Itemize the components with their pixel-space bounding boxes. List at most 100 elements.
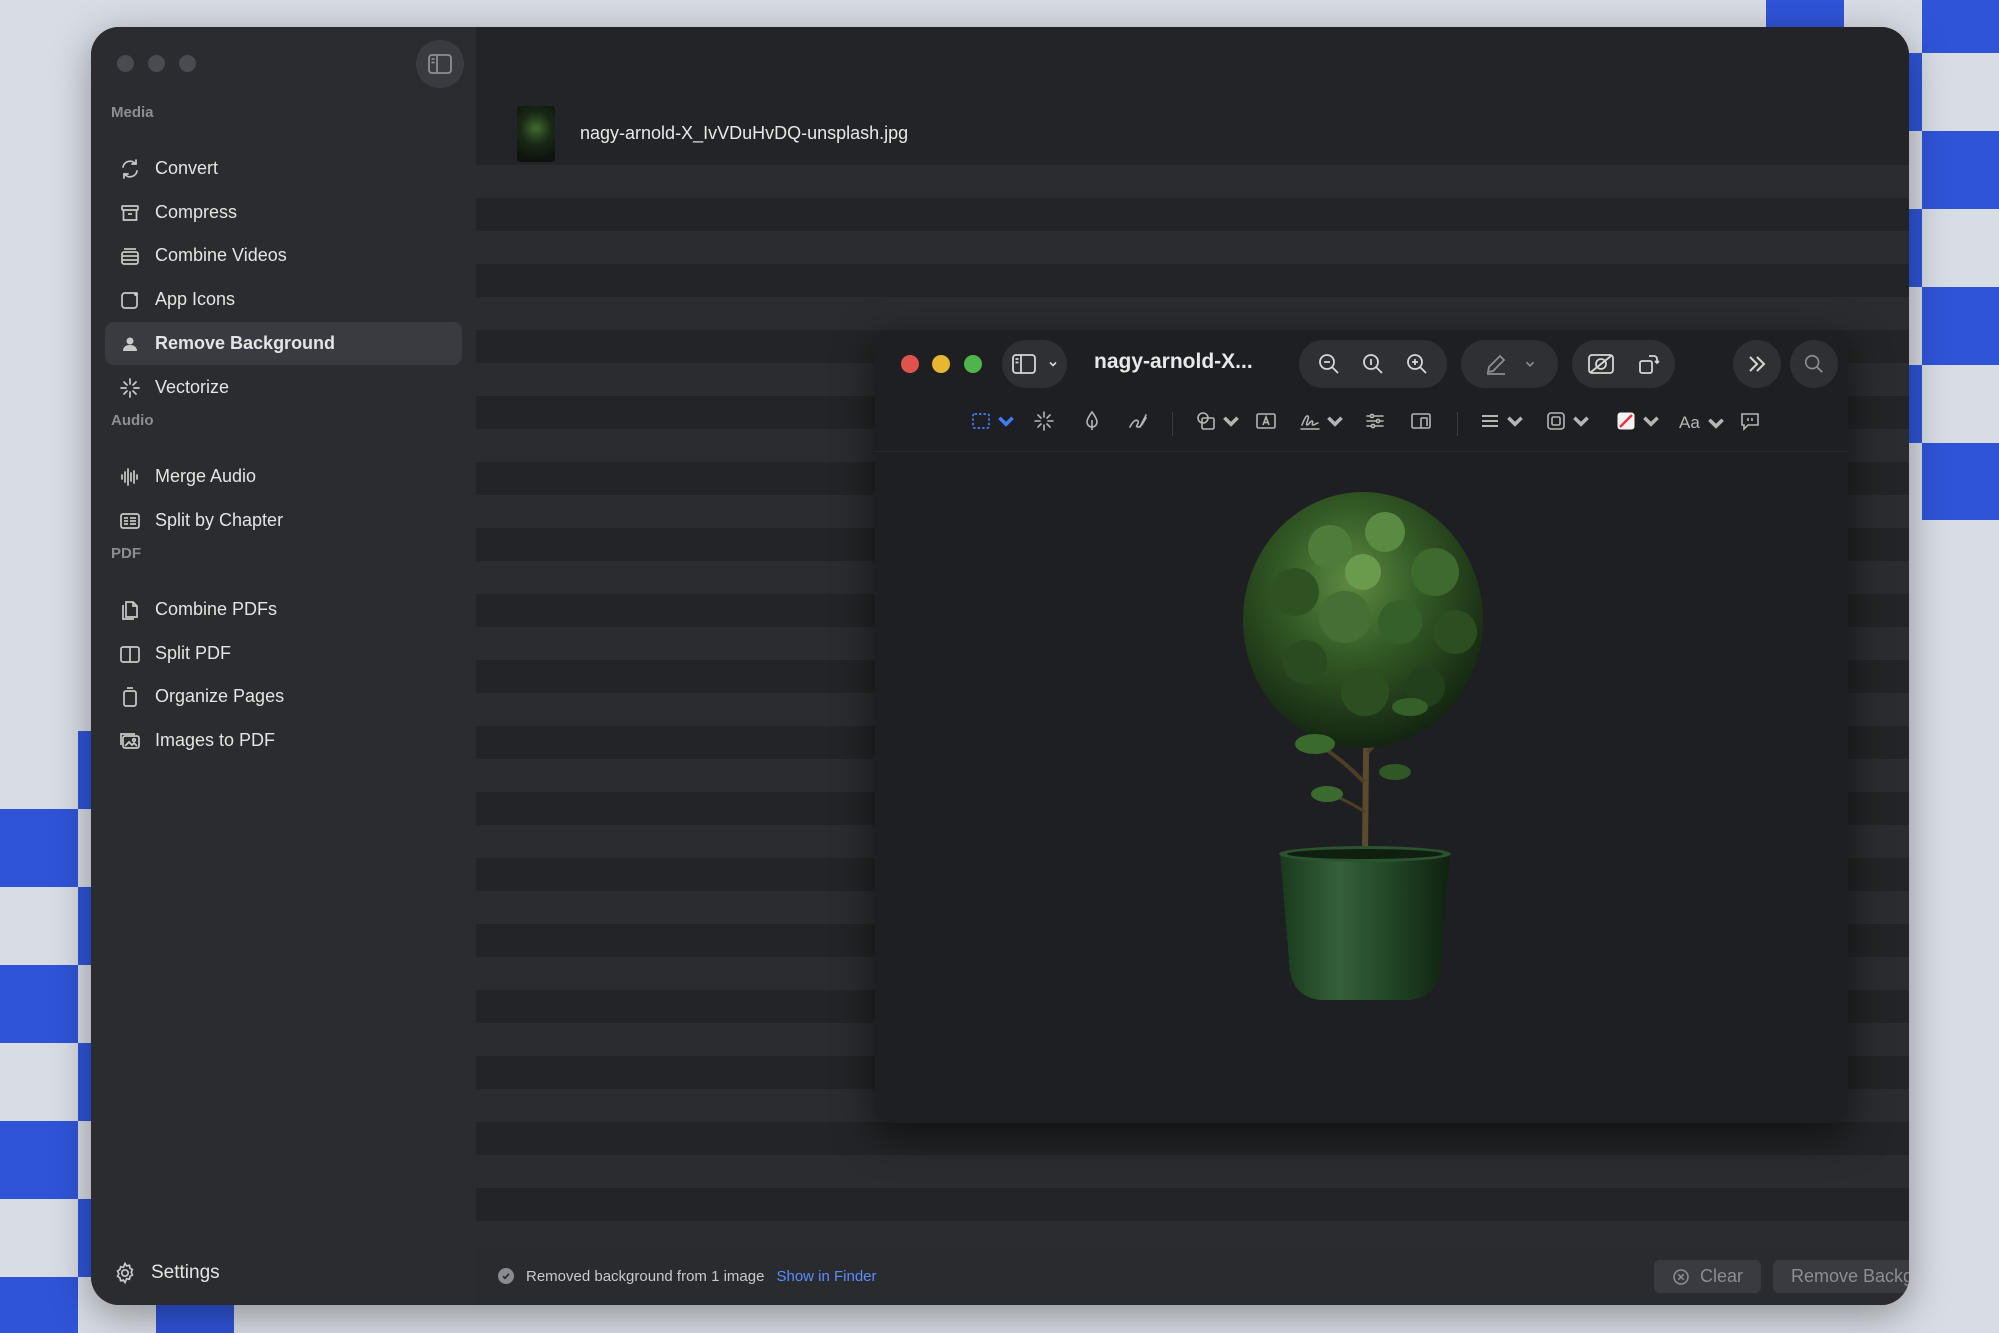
preview-sidebar-button[interactable]: [1002, 340, 1067, 388]
sidebar-item-label: Split by Chapter: [155, 510, 284, 530]
preview-zoom-button[interactable]: [964, 355, 982, 373]
sidebar-icon: [428, 54, 452, 74]
minimize-button[interactable]: [148, 55, 165, 72]
chevron-down-icon: [998, 416, 1014, 427]
rectangle-selection-icon: [972, 413, 990, 429]
status-message: Removed background from 1 image: [526, 1267, 765, 1285]
chevron-down-icon: [1643, 416, 1659, 427]
sidebar-item-merge-audio[interactable]: Merge Audio: [105, 455, 462, 498]
section-label-media: Media: [111, 104, 154, 121]
checkmark-icon: [498, 1268, 514, 1284]
image-canvas: [875, 452, 1848, 1123]
magic-wand-icon: [1034, 411, 1054, 431]
chevron-down-icon[interactable]: [1524, 358, 1536, 370]
window-controls: [117, 55, 196, 72]
sidebar-item-label: Split PDF: [155, 643, 232, 663]
preview-close-button[interactable]: [901, 355, 919, 373]
adjust-size-tool[interactable]: [1410, 410, 1432, 432]
more-button[interactable]: [1733, 340, 1781, 388]
clear-button[interactable]: Clear: [1654, 1260, 1761, 1293]
zoom-button[interactable]: [179, 55, 196, 72]
sidebar-item-convert[interactable]: Convert: [105, 147, 462, 190]
gear-icon: [116, 1261, 134, 1285]
compress-icon: [121, 204, 139, 221]
sidebar-item-vectorize[interactable]: Vectorize: [105, 366, 462, 409]
zoom-controls: [1299, 340, 1447, 388]
resize-icon: [1411, 413, 1431, 429]
settings-label: Settings: [151, 1262, 220, 1283]
preview-window: nagy-arnold-X... Aa: [875, 330, 1848, 1123]
chapter-list-icon: [120, 512, 140, 529]
actual-size-icon[interactable]: [1361, 352, 1385, 376]
image-tools: [1572, 340, 1675, 388]
text-tool[interactable]: [1255, 410, 1277, 432]
chevron-down-icon: [1048, 361, 1057, 367]
selection-tool[interactable]: [970, 410, 1017, 432]
sidebar-item-label: Images to PDF: [155, 730, 276, 750]
sidebar-item-label: App Icons: [155, 289, 236, 309]
border-color-icon: [1547, 412, 1565, 430]
sidebar-item-organize-pages[interactable]: Organize Pages: [105, 675, 462, 718]
sidebar-item-label: Vectorize: [155, 377, 230, 397]
text-box-icon: [1256, 413, 1276, 429]
shapes-tool[interactable]: [1195, 410, 1242, 432]
waveform-icon: [121, 467, 138, 486]
remove-background-button[interactable]: Remove Background: [1773, 1260, 1909, 1293]
sign-tool[interactable]: [1299, 410, 1346, 432]
file-name: nagy-arnold-X_IvVDuHvDQ-unsplash.jpg: [580, 123, 909, 143]
potted-plant-image: [1243, 492, 1483, 1000]
zoom-out-icon[interactable]: [1317, 352, 1341, 376]
zoom-in-icon[interactable]: [1405, 352, 1429, 376]
person-icon: [123, 337, 137, 351]
settings-button[interactable]: Settings: [113, 1261, 220, 1285]
sketch-tool[interactable]: [1127, 410, 1149, 432]
sidebar-item-split-pdf[interactable]: Split PDF: [105, 632, 462, 675]
preview-minimize-button[interactable]: [932, 355, 950, 373]
rotate-icon[interactable]: [1637, 352, 1661, 376]
organize-pages-icon: [123, 686, 137, 707]
sidebar-item-label: Convert: [155, 158, 219, 178]
status-bar: Removed background from 1 image Show in …: [476, 1247, 1909, 1305]
signature-icon: [1300, 415, 1320, 430]
show-in-finder-link[interactable]: Show in Finder: [776, 1268, 876, 1285]
preview-toolbar: nagy-arnold-X...: [875, 330, 1848, 396]
shape-style-tool[interactable]: [1479, 410, 1526, 432]
chevron-down-icon: [1223, 416, 1239, 427]
description-tool[interactable]: [1739, 410, 1761, 432]
draw-tool[interactable]: [1081, 410, 1103, 432]
sidebar-item-split-by-chapter[interactable]: Split by Chapter: [105, 499, 462, 542]
sidebar-item-compress[interactable]: Compress: [105, 191, 462, 234]
sidebar-item-combine-pdfs[interactable]: Combine PDFs: [105, 588, 462, 631]
sidebar-item-combine-videos[interactable]: Combine Videos: [105, 234, 462, 277]
close-button[interactable]: [117, 55, 134, 72]
pencil-icon[interactable]: [1484, 352, 1508, 376]
sidebar: Media Convert Compress Combine Videos Ap…: [91, 27, 476, 1305]
instant-alpha-tool[interactable]: [1033, 410, 1055, 432]
combine-pdfs-icon: [122, 600, 138, 620]
file-row[interactable]: nagy-arnold-X_IvVDuHvDQ-unsplash.jpg: [476, 102, 1909, 165]
chevron-down-icon: [1507, 416, 1523, 427]
fill-color-tool[interactable]: [1615, 410, 1662, 432]
sparkle-icon: [120, 377, 140, 398]
sidebar-toggle-button[interactable]: [416, 40, 464, 88]
sidebar-item-images-to-pdf[interactable]: Images to PDF: [105, 719, 462, 762]
remove-background-icon[interactable]: [1587, 352, 1615, 376]
toolbar-divider: [1457, 412, 1458, 436]
sidebar-icon: [1011, 354, 1036, 374]
adjust-color-tool[interactable]: [1364, 410, 1386, 432]
search-button[interactable]: [1790, 340, 1838, 388]
images-icon: [120, 732, 140, 749]
fill-color-icon: [1617, 412, 1635, 430]
sidebar-item-label: Combine Videos: [155, 245, 287, 265]
sidebar-item-label: Combine PDFs: [155, 599, 278, 619]
sidebar-item-label: Merge Audio: [155, 466, 257, 486]
file-thumbnail: [517, 105, 555, 162]
chevron-down-icon: [1327, 416, 1343, 427]
sidebar-item-remove-background[interactable]: Remove Background: [105, 322, 462, 365]
split-pdf-icon: [120, 645, 140, 663]
shapes-icon: [1197, 412, 1215, 430]
border-color-tool[interactable]: [1545, 410, 1592, 432]
text-style-tool[interactable]: Aa: [1679, 412, 1727, 434]
sketch-icon: [1129, 414, 1147, 428]
sidebar-item-app-icons[interactable]: App Icons: [105, 278, 462, 321]
